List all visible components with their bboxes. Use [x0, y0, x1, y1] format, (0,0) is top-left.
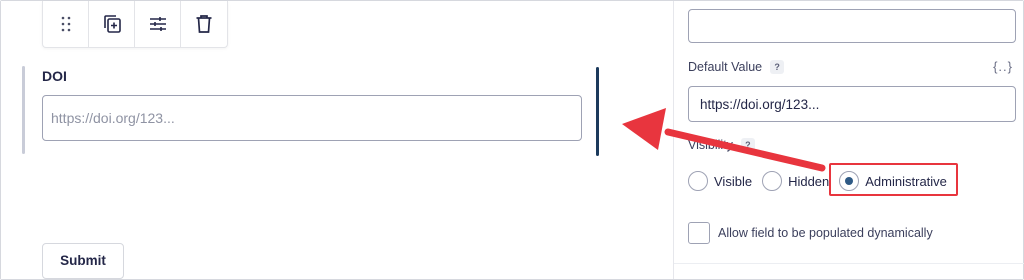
- dynamic-population-option[interactable]: Allow field to be populated dynamically: [688, 222, 933, 244]
- duplicate-icon: [101, 13, 123, 35]
- default-value-label-text: Default Value: [688, 60, 763, 74]
- trash-icon: [195, 14, 213, 34]
- default-value-label: Default Value ?: [688, 60, 785, 74]
- radio-label: Visible: [714, 173, 753, 189]
- annotation-highlight-box: [829, 163, 958, 196]
- default-value-input[interactable]: [688, 86, 1016, 122]
- help-icon[interactable]: ?: [770, 60, 785, 74]
- delete-button[interactable]: [181, 1, 227, 47]
- visibility-label: Visibility ?: [688, 138, 755, 152]
- settings-text-input[interactable]: [688, 9, 1016, 43]
- drag-handle-button[interactable]: [43, 1, 89, 47]
- form-editor-canvas: DOI Submit: [1, 1, 673, 279]
- merge-tag-icon[interactable]: {..}: [993, 59, 1013, 74]
- dynamic-population-label: Allow field to be populated dynamically: [718, 226, 933, 240]
- radio-button[interactable]: [762, 171, 783, 191]
- drag-handle-icon: [61, 16, 71, 32]
- field-settings-button[interactable]: [135, 1, 181, 47]
- field-selection-bar: [22, 66, 25, 154]
- field-label: DOI: [42, 68, 67, 84]
- help-icon[interactable]: ?: [740, 138, 755, 152]
- duplicate-button[interactable]: [89, 1, 135, 47]
- visibility-option-visible[interactable]: Visible: [688, 171, 752, 191]
- radio-button[interactable]: [688, 171, 708, 191]
- panel-divider: [674, 263, 1024, 264]
- settings-sliders-icon: [148, 15, 168, 33]
- visibility-label-text: Visibility: [688, 138, 733, 152]
- dynamic-population-checkbox[interactable]: [688, 222, 710, 244]
- doi-input[interactable]: [42, 95, 582, 141]
- field-toolbar: [42, 1, 228, 48]
- submit-button[interactable]: Submit: [42, 243, 124, 279]
- field-settings-panel: Default Value ? {..} Visibility ? Visibl…: [673, 1, 1024, 279]
- radio-label: Hidden: [788, 173, 830, 189]
- field-active-indicator: [596, 67, 599, 156]
- visibility-option-hidden[interactable]: Hidden: [762, 171, 829, 191]
